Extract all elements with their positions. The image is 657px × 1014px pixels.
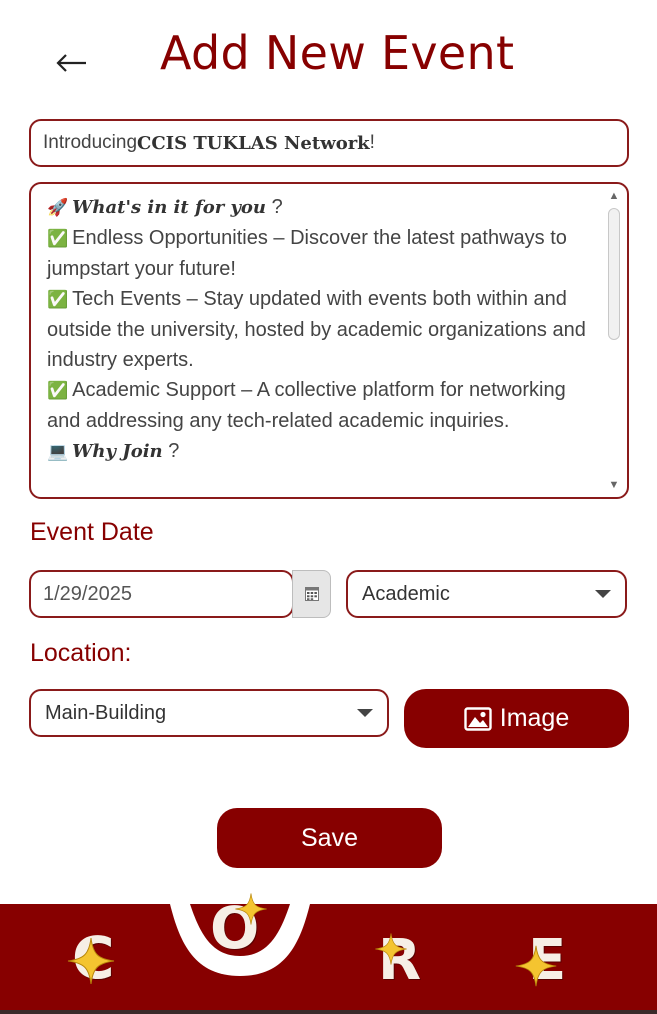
line-glyph-icon: ✅ — [47, 381, 69, 400]
bottom-navigation: C O R E — [0, 893, 657, 1014]
scroll-thumb[interactable] — [608, 208, 620, 340]
description-scrollbar[interactable]: ▲ ▼ — [605, 188, 623, 493]
location-value: Main-Building — [45, 701, 167, 724]
line-glyph-icon: 🚀 — [47, 198, 69, 217]
scroll-up-arrow-icon[interactable]: ▲ — [605, 188, 623, 204]
page-title: Add New Event — [160, 26, 515, 80]
line-text: Academic Support – A collective platform… — [47, 379, 566, 432]
line-emphasis: Why Join — [72, 441, 163, 462]
title-suffix: ! — [369, 132, 375, 153]
star-icon — [375, 933, 407, 965]
title-bold-text: CCIS TUKLAS Network — [137, 132, 370, 154]
description-content: 🚀 What's in it for you ? ✅ Endless Opportun… — [47, 192, 601, 467]
nav-item-e[interactable]: E — [515, 928, 576, 998]
line-glyph-icon: ✅ — [47, 229, 69, 248]
calendar-button[interactable] — [292, 570, 331, 618]
line-glyph-icon: ✅ — [47, 290, 69, 309]
description-line: ✅ Academic Support – A collective platfor… — [47, 375, 601, 436]
category-select[interactable]: Academic — [346, 570, 627, 618]
star-icon — [67, 937, 115, 985]
star-icon — [515, 945, 557, 987]
save-button[interactable]: Save — [217, 808, 442, 868]
nav-item-o[interactable]: O — [206, 893, 276, 962]
line-text: Endless Opportunities – Discover the lat… — [47, 227, 567, 280]
scroll-down-arrow-icon[interactable]: ▼ — [605, 477, 623, 493]
upload-image-button[interactable]: Image — [404, 689, 629, 748]
line-emphasis: What's in it for you — [72, 197, 267, 218]
bottom-divider — [0, 1010, 657, 1014]
nav-item-c[interactable]: C — [67, 924, 128, 994]
description-line: 💻 Why Join ? — [47, 436, 601, 467]
add-event-screen: Add New Event Introducing CCIS TUKLAS Ne… — [0, 0, 657, 1014]
category-value: Academic — [362, 582, 450, 605]
nav-item-r[interactable]: R — [375, 928, 436, 998]
line-glyph-icon: 💻 — [47, 442, 69, 461]
description-line: ✅ Endless Opportunities – Discover the la… — [47, 223, 601, 284]
back-arrow-icon — [56, 54, 86, 72]
event-date-label: Event Date — [30, 518, 154, 546]
event-title-input[interactable]: Introducing CCIS TUKLAS Network ! — [29, 119, 629, 167]
description-line: 🚀 What's in it for you ? — [47, 192, 601, 223]
location-label: Location: — [30, 639, 132, 667]
line-text: Tech Events – Stay updated with events b… — [47, 288, 586, 371]
calendar-icon — [304, 587, 319, 601]
image-icon — [464, 706, 492, 731]
line-text: ? — [162, 440, 180, 462]
event-description-textarea[interactable]: 🚀 What's in it for you ? ✅ Endless Opportun… — [29, 182, 629, 499]
chevron-down-icon — [357, 709, 373, 717]
star-icon — [235, 893, 267, 925]
description-line: ✅ Tech Events – Stay updated with events … — [47, 284, 601, 375]
image-button-label: Image — [499, 704, 570, 732]
title-prefix: Introducing — [43, 132, 138, 153]
location-select[interactable]: Main-Building — [29, 689, 389, 737]
back-button[interactable] — [48, 40, 94, 86]
line-text: ? — [266, 196, 283, 218]
event-date-input[interactable]: 1/29/2025 — [29, 570, 294, 618]
chevron-down-icon — [595, 590, 611, 598]
